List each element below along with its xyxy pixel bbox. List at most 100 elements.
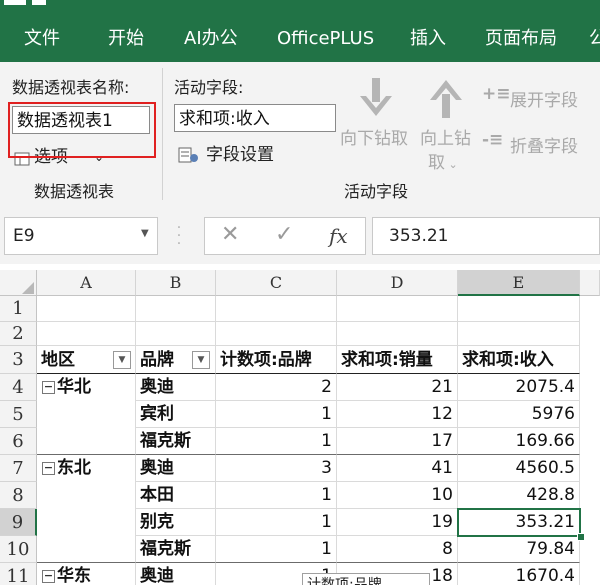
cell-income[interactable]: 2075.4 [458, 374, 580, 401]
active-field-input[interactable]: 求和项:收入 [174, 104, 336, 132]
cell-count[interactable]: 1 [216, 509, 337, 536]
select-all-corner[interactable] [0, 270, 37, 296]
name-box-dropdown-icon[interactable]: ▼ [141, 228, 149, 239]
menu-home[interactable]: 开始 [108, 26, 144, 52]
cell-brand[interactable]: 别克 [136, 509, 216, 536]
row-header-6[interactable]: 6 [0, 428, 37, 455]
row-header-1[interactable]: 1 [0, 296, 37, 322]
drill-up-label-line2: 取 ⌄ [428, 153, 458, 173]
cell-qty[interactable]: 12 [337, 401, 458, 428]
cell-income[interactable]: 428.8 [458, 482, 580, 509]
selected-cell-border [457, 508, 581, 537]
column-header-e[interactable]: E [458, 270, 580, 296]
worksheet-grid[interactable]: A B C D E 1 2 3 4 5 6 7 8 9 10 11 地区 ▼ 品… [0, 270, 600, 585]
expand-field-label: 展开字段 [510, 91, 578, 111]
cell-qty[interactable]: 19 [337, 509, 458, 536]
check-icon[interactable]: ✓ [275, 222, 293, 247]
cell-count[interactable]: 1 [216, 401, 337, 428]
collapse-icon[interactable]: − [42, 570, 55, 583]
drill-down-label: 向下钻取 [340, 129, 408, 149]
cell-income[interactable]: 4560.5 [458, 455, 580, 482]
fill-handle[interactable] [577, 533, 585, 541]
region-cell-huabei[interactable]: − 华北 [37, 374, 136, 455]
cell-qty[interactable]: 41 [337, 455, 458, 482]
region-cell-huadong[interactable]: − 华东 [37, 563, 136, 585]
formula-input[interactable]: 353.21 [372, 217, 600, 255]
cell-count[interactable]: 1 [216, 482, 337, 509]
menu-insert[interactable]: 插入 [410, 26, 446, 52]
menu-file[interactable]: 文件 [24, 26, 60, 52]
collapse-field-label: 折叠字段 [510, 137, 578, 157]
pivot-header-count[interactable]: 计数项:品牌 [216, 346, 337, 374]
cell-income[interactable]: 169.66 [458, 428, 580, 455]
row-header-5[interactable]: 5 [0, 401, 37, 428]
name-box[interactable]: E9 ▼ [4, 217, 158, 255]
drill-up-button[interactable]: 向上钻 取 ⌄ [416, 74, 482, 184]
collapse-icon[interactable]: − [42, 462, 55, 475]
cell-e2[interactable] [458, 322, 580, 346]
drill-down-button[interactable]: 向下钻取 [338, 74, 414, 166]
row-header-10[interactable]: 10 [0, 536, 37, 563]
cell-a1[interactable] [37, 296, 136, 322]
pivot-header-qty[interactable]: 求和项:销量 [337, 346, 458, 374]
group-active-field-label: 活动字段 [344, 182, 409, 201]
filter-dropdown-icon[interactable]: ▼ [192, 351, 210, 369]
cell-b1[interactable] [136, 296, 216, 322]
cancel-icon[interactable]: ✕ [221, 222, 239, 247]
menu-bar: 文件 开始 AI办公 OfficePLUS 插入 页面布局 公 [0, 18, 600, 62]
cell-c2[interactable] [216, 322, 337, 346]
cell-income[interactable]: 5976 [458, 401, 580, 428]
cell-brand[interactable]: 宾利 [136, 401, 216, 428]
cell-income[interactable]: 1670.4 [458, 563, 580, 585]
row-header-11[interactable]: 11 [0, 563, 37, 585]
menu-formulas-partial[interactable]: 公 [589, 26, 600, 52]
expand-icon: +≡ [482, 84, 511, 104]
cell-brand[interactable]: 奥迪 [136, 563, 216, 585]
cell-e1[interactable] [458, 296, 580, 322]
cell-qty[interactable]: 8 [337, 536, 458, 563]
column-header-c[interactable]: C [216, 270, 337, 296]
pivot-header-income[interactable]: 求和项:收入 [458, 346, 580, 374]
row-header-9[interactable]: 9 [0, 509, 37, 536]
filter-dropdown-icon[interactable]: ▼ [113, 351, 131, 369]
cell-count[interactable]: 3 [216, 455, 337, 482]
pivot-header-region[interactable]: 地区 ▼ [37, 346, 136, 374]
cell-b2[interactable] [136, 322, 216, 346]
cell-c1[interactable] [216, 296, 337, 322]
cell-count[interactable]: 1 [216, 536, 337, 563]
field-settings-icon [178, 147, 200, 163]
menu-page-layout[interactable]: 页面布局 [485, 26, 557, 52]
cell-brand[interactable]: 福克斯 [136, 536, 216, 563]
cell-d2[interactable] [337, 322, 458, 346]
cell-brand[interactable]: 福克斯 [136, 428, 216, 455]
cell-qty[interactable]: 21 [337, 374, 458, 401]
menu-officeplus[interactable]: OfficePLUS [277, 26, 374, 52]
cell-qty[interactable]: 10 [337, 482, 458, 509]
fx-icon[interactable]: fx [329, 224, 348, 248]
cell-count[interactable]: 2 [216, 374, 337, 401]
cell-d1[interactable] [337, 296, 458, 322]
region-label: 东北 [57, 458, 91, 478]
cell-brand[interactable]: 本田 [136, 482, 216, 509]
menu-ai-office[interactable]: AI办公 [184, 26, 238, 52]
row-header-4[interactable]: 4 [0, 374, 37, 401]
cell-brand[interactable]: 奥迪 [136, 455, 216, 482]
pivot-header-brand[interactable]: 品牌 ▼ [136, 346, 216, 374]
cell-a2[interactable] [37, 322, 136, 346]
row-header-8[interactable]: 8 [0, 482, 37, 509]
cell-qty[interactable]: 17 [337, 428, 458, 455]
column-header-a[interactable]: A [37, 270, 136, 296]
cell-brand[interactable]: 奥迪 [136, 374, 216, 401]
cell-count[interactable]: 1 [216, 428, 337, 455]
cell-income[interactable]: 79.84 [458, 536, 580, 563]
row-header-7[interactable]: 7 [0, 455, 37, 482]
collapse-icon[interactable]: − [42, 381, 55, 394]
column-header-f[interactable] [580, 270, 600, 296]
splitter-handle[interactable]: · · · [176, 221, 182, 251]
column-header-b[interactable]: B [136, 270, 216, 296]
row-header-2[interactable]: 2 [0, 322, 37, 346]
row-header-3[interactable]: 3 [0, 346, 37, 374]
field-settings-label: 字段设置 [206, 145, 274, 165]
column-header-d[interactable]: D [337, 270, 458, 296]
region-cell-dongbei[interactable]: − 东北 [37, 455, 136, 563]
